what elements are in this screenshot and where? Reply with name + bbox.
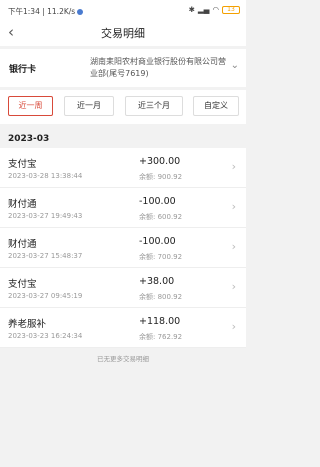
transaction-balance: 余额: 800.92 — [139, 293, 183, 301]
transaction-amount: +38.00 — [139, 276, 175, 287]
chevron-right-icon: › — [231, 280, 236, 293]
transaction-time: 2023-03-27 09:45:19 — [8, 292, 83, 300]
transaction-list: 支付宝 2023-03-28 13:38:44 +300.00 余额: 900.… — [0, 148, 246, 348]
transaction-time: 2023-03-28 13:38:44 — [8, 172, 83, 180]
nav-bar: ‹ 交易明细 — [0, 20, 246, 46]
chevron-down-icon[interactable]: ⌄ — [231, 60, 239, 71]
transaction-balance: 余额: 900.92 — [139, 173, 183, 181]
app-notification-icon — [77, 9, 84, 15]
status-time-speed: 下午1:34 | 11.2K/s — [8, 6, 84, 17]
transaction-row[interactable]: 养老服补 2023-03-23 16:24:34 +118.00 余额: 762… — [0, 308, 246, 348]
filter-last-three-months[interactable]: 近三个月 — [125, 96, 183, 116]
list-end-note: 已无更多交易明细 — [97, 355, 149, 363]
chevron-right-icon: › — [231, 160, 236, 173]
chevron-right-icon: › — [231, 240, 236, 253]
transaction-name: 支付宝 — [8, 159, 37, 170]
transaction-name: 财付通 — [8, 199, 37, 210]
filter-custom[interactable]: 自定义 — [193, 96, 239, 116]
transaction-row[interactable]: 财付通 2023-03-27 19:49:43 -100.00 余额: 600.… — [0, 188, 246, 228]
transaction-balance: 余额: 700.92 — [139, 253, 183, 261]
account-label: 银行卡 — [9, 65, 37, 75]
battery-icon: 13 — [222, 5, 240, 14]
date-filter-bar: 近一周 近一月 近三个月 自定义 — [0, 90, 246, 124]
transaction-time: 2023-03-23 16:24:34 — [8, 332, 83, 340]
transaction-row[interactable]: 支付宝 2023-03-28 13:38:44 +300.00 余额: 900.… — [0, 148, 246, 188]
transaction-time: 2023-03-27 15:48:37 — [8, 252, 83, 260]
transaction-balance: 余额: 762.92 — [139, 333, 183, 341]
bluetooth-icon: ✱ — [188, 5, 195, 14]
transaction-name: 养老服补 — [8, 319, 47, 330]
status-text: 下午1:34 | 11.2K/s — [8, 7, 76, 16]
chevron-right-icon: › — [231, 320, 236, 333]
chevron-right-icon: › — [231, 200, 236, 213]
transaction-name: 财付通 — [8, 239, 37, 250]
transaction-amount: +300.00 — [139, 156, 181, 167]
page-title: 交易明细 — [101, 27, 145, 40]
status-bar: 下午1:34 | 11.2K/s ✱ ▂▄ ◠ 13 — [0, 0, 246, 20]
transaction-time: 2023-03-27 19:49:43 — [8, 212, 83, 220]
status-icons: ✱ ▂▄ ◠ 13 — [189, 5, 240, 14]
transaction-amount: -100.00 — [139, 236, 176, 247]
filter-last-week[interactable]: 近一周 — [8, 96, 53, 116]
account-value: 湖南耒阳农村商业银行股份有限公司营业部(尾号7619) — [90, 57, 226, 78]
transaction-amount: -100.00 — [139, 196, 176, 207]
transaction-row[interactable]: 支付宝 2023-03-27 09:45:19 +38.00 余额: 800.9… — [0, 268, 246, 308]
transaction-name: 支付宝 — [8, 279, 37, 290]
transaction-balance: 余额: 600.92 — [139, 213, 183, 221]
month-header: 2023-03 — [8, 134, 50, 144]
transaction-amount: +118.00 — [139, 316, 181, 327]
signal-icon: ▂▄ — [197, 5, 210, 14]
transaction-row[interactable]: 财付通 2023-03-27 15:48:37 -100.00 余额: 700.… — [0, 228, 246, 268]
account-selector[interactable]: 银行卡 湖南耒阳农村商业银行股份有限公司营业部(尾号7619) ⌄ — [0, 49, 246, 87]
filter-last-month[interactable]: 近一月 — [64, 96, 114, 116]
wifi-icon: ◠ — [212, 5, 219, 14]
